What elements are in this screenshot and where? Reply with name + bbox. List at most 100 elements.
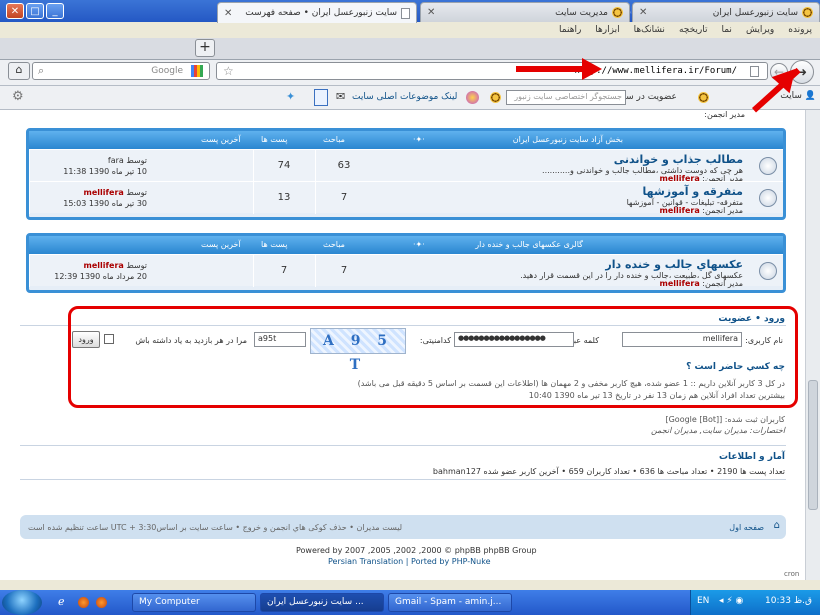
close-window-button[interactable]: ✕ xyxy=(6,3,24,19)
bookmark-item[interactable]: 👤 سایت xyxy=(780,91,816,101)
taskbar-item-my-computer[interactable]: My Computer xyxy=(132,593,256,612)
site-search-input[interactable]: جستجوگر اختصاصی سایت زنبور xyxy=(506,90,626,105)
posts-count: 74 xyxy=(277,160,291,171)
home-link[interactable]: صفحه اول xyxy=(729,523,764,532)
collapse-toggle-icon[interactable]: ·✦· xyxy=(413,135,425,144)
forum-title[interactable]: متفرقه و آموزشها xyxy=(643,185,743,198)
scrollbar-thumb[interactable] xyxy=(808,380,818,510)
page-icon xyxy=(750,66,759,77)
forum-moderator: مدیر انجمن: mellifera xyxy=(659,206,744,215)
col-topics: مباحث xyxy=(323,240,345,249)
cron-text: cron xyxy=(784,570,800,578)
divider xyxy=(20,445,786,446)
registered-users: کاربران ثبت شده: [Google [Bot]] xyxy=(665,415,785,424)
close-tab-icon[interactable]: ✕ xyxy=(224,8,232,19)
ie-icon[interactable]: ℯ xyxy=(58,595,65,608)
posts-count: 7 xyxy=(280,265,288,276)
topics-count: 7 xyxy=(340,192,348,203)
last-post: توسط mellifera 30 تیر ماه 1390 15:03 xyxy=(63,188,147,208)
section-header: گالری عکسهای جالب و خنده دار مباحث پست ه… xyxy=(29,236,783,254)
tray-icons[interactable]: ◂ ⚡ ◉ xyxy=(719,596,743,606)
home-button[interactable]: ⌂ xyxy=(8,62,30,80)
home-icon: ⌂ xyxy=(773,520,780,531)
menu-tools[interactable]: ابزارها xyxy=(595,25,619,35)
bee-favicon-icon xyxy=(612,7,623,18)
maximize-window-button[interactable]: □ xyxy=(26,3,44,19)
forum-row[interactable]: عکسهاي جالب و خنده دار عکسهای گل ،طبیعت … xyxy=(29,254,783,288)
forum-title[interactable]: عکسهاي جالب و خنده دار xyxy=(605,258,743,271)
forum-row[interactable]: مطالب جذاب و خواندنی هر چی که دوست داشتی… xyxy=(29,149,783,183)
forum-row[interactable]: متفرقه و آموزشها متفرقه- تبلیغات - قوانی… xyxy=(29,181,783,215)
tab-forum-index[interactable]: سایت زنبورعسل ایران • صفحه فهرست ✕ xyxy=(217,2,417,23)
taskbar: ℯ My Computer سایت زنبورعسل ایران ... Gm… xyxy=(0,590,820,615)
forum-section-gallery: گالری عکسهای جالب و خنده دار مباحث پست ه… xyxy=(26,233,786,293)
collapse-toggle-icon[interactable]: ·✦· xyxy=(413,240,425,249)
topics-link[interactable]: لینک موضوعات اصلی سایت xyxy=(352,92,457,102)
start-button[interactable] xyxy=(2,590,42,615)
firefox-quicklaunch-icon[interactable] xyxy=(96,597,107,608)
forum-title[interactable]: مطالب جذاب و خواندنی xyxy=(614,153,743,166)
star-bookmark-icon[interactable]: ☆ xyxy=(223,64,234,78)
menu-bookmarks[interactable]: نشانک‌ها xyxy=(634,25,665,35)
last-post-user[interactable]: mellifera xyxy=(84,261,124,270)
stats-title: آمار و اطلاعات xyxy=(718,452,785,462)
forum-read-icon xyxy=(759,262,777,280)
section-title[interactable]: بخش آزاد سایت زنبورعسل ایران xyxy=(513,135,623,144)
taskbar-item-firefox[interactable]: سایت زنبورعسل ایران ... xyxy=(260,593,384,612)
search-box[interactable]: Google ⌕ xyxy=(32,62,210,80)
language-indicator[interactable]: EN xyxy=(697,596,709,606)
tab-bar xyxy=(0,38,820,60)
close-tab-icon[interactable]: ✕ xyxy=(639,7,647,18)
mail-icon[interactable]: ✉ xyxy=(336,90,345,103)
menu-help[interactable]: راهنما xyxy=(559,25,581,35)
forum-read-icon xyxy=(759,157,777,175)
col-posts: پست ها xyxy=(261,240,288,249)
topics-count: 63 xyxy=(337,160,351,171)
status-bar xyxy=(0,580,820,590)
vertical-scrollbar[interactable] xyxy=(805,110,820,580)
last-post-user[interactable]: mellifera xyxy=(84,188,124,197)
last-post-date: 30 تیر ماه 1390 15:03 xyxy=(63,199,147,208)
section-title[interactable]: گالری عکسهای جالب و خنده دار xyxy=(475,240,583,249)
menu-edit[interactable]: ویرایش xyxy=(746,25,774,35)
firefox-quicklaunch-icon[interactable] xyxy=(78,597,89,608)
minimize-window-button[interactable]: _ xyxy=(46,3,64,19)
stats-line: تعداد پست ها 2190 • تعداد مباحث ها 636 •… xyxy=(432,467,785,476)
new-tab-button[interactable]: + xyxy=(195,39,215,57)
bee-favicon-icon xyxy=(802,7,813,18)
moderator-link[interactable]: mellifera xyxy=(660,279,700,288)
last-post-user[interactable]: fara xyxy=(108,156,124,165)
translation-credit[interactable]: Persian Translation | Ported by PHP-Nuke xyxy=(328,557,490,566)
moderator-link[interactable]: mellifera xyxy=(660,206,700,215)
menu-view[interactable]: نما xyxy=(721,25,731,35)
sparkle-icon[interactable]: ✦ xyxy=(286,90,295,103)
last-post-date: 20 مرداد ماه 1390 12:39 xyxy=(54,272,147,281)
footer-links[interactable]: لیست مدیران • حذف کوکی هاي انجمن و خروج … xyxy=(28,523,402,532)
search-placeholder: Google xyxy=(151,66,183,76)
divider xyxy=(20,479,786,480)
tab-label: سایت زنبورعسل ایران • صفحه فهرست xyxy=(245,8,397,18)
menu-history[interactable]: تاریخچه xyxy=(679,25,708,35)
footer-navbar: صفحه اول ⌂ لیست مدیران • حذف کوکی هاي ان… xyxy=(20,515,786,539)
section-header: بخش آزاد سایت زنبورعسل ایران مباحث پست ه… xyxy=(29,131,783,149)
document-icon[interactable] xyxy=(314,89,328,106)
tab-site-home[interactable]: سایت زنبورعسل ایران ✕ xyxy=(632,2,820,22)
search-icon[interactable]: ⌕ xyxy=(38,64,44,78)
clock[interactable]: 10:33 ق.ظ xyxy=(765,596,812,606)
topics-count: 7 xyxy=(340,265,348,276)
powered-by: Powered by 2007 ,2005 ,2002 ,2000 © phpB… xyxy=(296,546,537,555)
last-post: توسط fara 10 تیر ماه 1390 11:38 xyxy=(63,156,147,176)
tab-site-admin[interactable]: مدیریت سایت ✕ xyxy=(420,2,630,22)
menu-file[interactable]: پرونده xyxy=(788,25,812,35)
bee-icon xyxy=(490,92,501,103)
user-icon: 👤 xyxy=(804,91,816,101)
legend: اختصارات: مديران سايت, مديران انجمن xyxy=(651,426,785,435)
address-bar[interactable]: http://www.mellifera.ir/Forum/ ☆ ↻ xyxy=(201,62,768,80)
gear-icon[interactable]: ⚙ xyxy=(12,89,24,104)
annotation-arrow-head xyxy=(582,58,602,80)
menu-bar: پرونده ویرایش نما تاریخچه نشانک‌ها ابزار… xyxy=(0,22,820,38)
system-tray: EN ◂ ⚡ ◉ 10:33 ق.ظ xyxy=(690,590,820,615)
annotation-arrow-shaft xyxy=(516,66,584,72)
close-tab-icon[interactable]: ✕ xyxy=(427,7,435,18)
taskbar-item-gmail[interactable]: Gmail - Spam - amin.j... xyxy=(388,593,512,612)
